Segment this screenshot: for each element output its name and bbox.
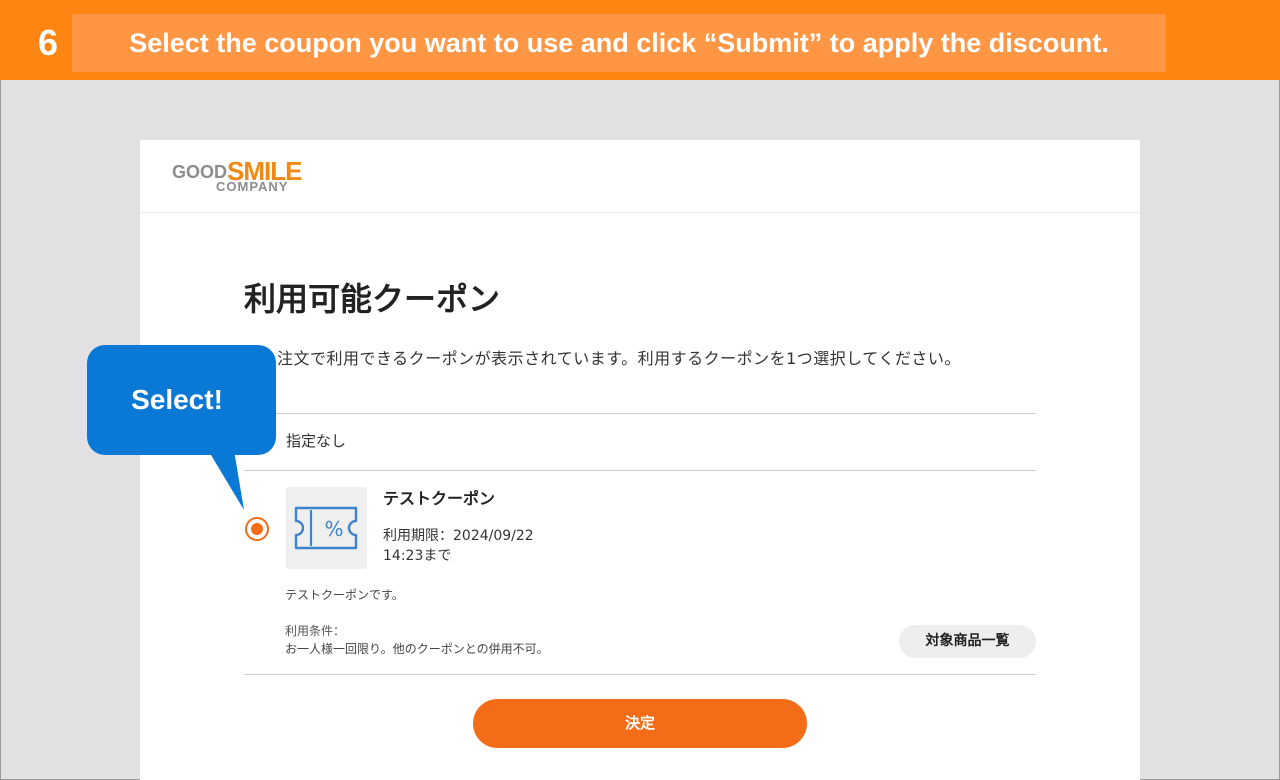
page-description: この注文で利用できるクーポンが表示されています。利用するクーポンを1つ選択してく… <box>244 349 961 368</box>
coupon-name: テストクーポン <box>383 489 496 508</box>
page-title: 利用可能クーポン <box>244 280 501 318</box>
instruction-text: Select the coupon you want to use and cl… <box>129 28 1109 58</box>
coupon-conditions-text: お一人様一回限り。他のクーポンとの併用不可。 <box>285 642 549 656</box>
option-divider-top <box>244 413 1036 414</box>
coupon-expiry-date: 利用期限：2024/09/22 <box>383 528 534 544</box>
coupon-description: テストクーポンです。 <box>285 588 404 602</box>
coupon-thumbnail: % <box>286 487 367 569</box>
callout-pointer <box>208 450 244 510</box>
option-divider-bottom <box>244 674 1036 675</box>
svg-text:%: % <box>324 517 343 541</box>
coupon-radio-selected[interactable] <box>245 517 269 541</box>
instruction-banner: 6 Select the coupon you want to use and … <box>0 0 1280 80</box>
coupon-conditions-label: 利用条件： <box>285 624 346 638</box>
option-divider-middle <box>244 470 1036 471</box>
coupon-page: GOOD SMILE COMPANY 利用可能クーポン この注文で利用できるクー… <box>140 140 1140 780</box>
submit-button[interactable]: 決定 <box>473 699 807 748</box>
site-header: GOOD SMILE COMPANY <box>140 140 1140 213</box>
callout-text: Select! <box>131 384 223 415</box>
coupon-percent-icon: % <box>294 506 358 550</box>
option-none-label[interactable]: 指定なし <box>286 430 346 451</box>
eligible-products-button[interactable]: 対象商品一覧 <box>899 625 1036 658</box>
company-logo[interactable]: GOOD SMILE COMPANY <box>172 156 302 196</box>
coupon-expiry-time: 14:23まで <box>383 548 452 564</box>
step-number: 6 <box>38 22 59 63</box>
logo-word-company: COMPANY <box>216 179 289 194</box>
